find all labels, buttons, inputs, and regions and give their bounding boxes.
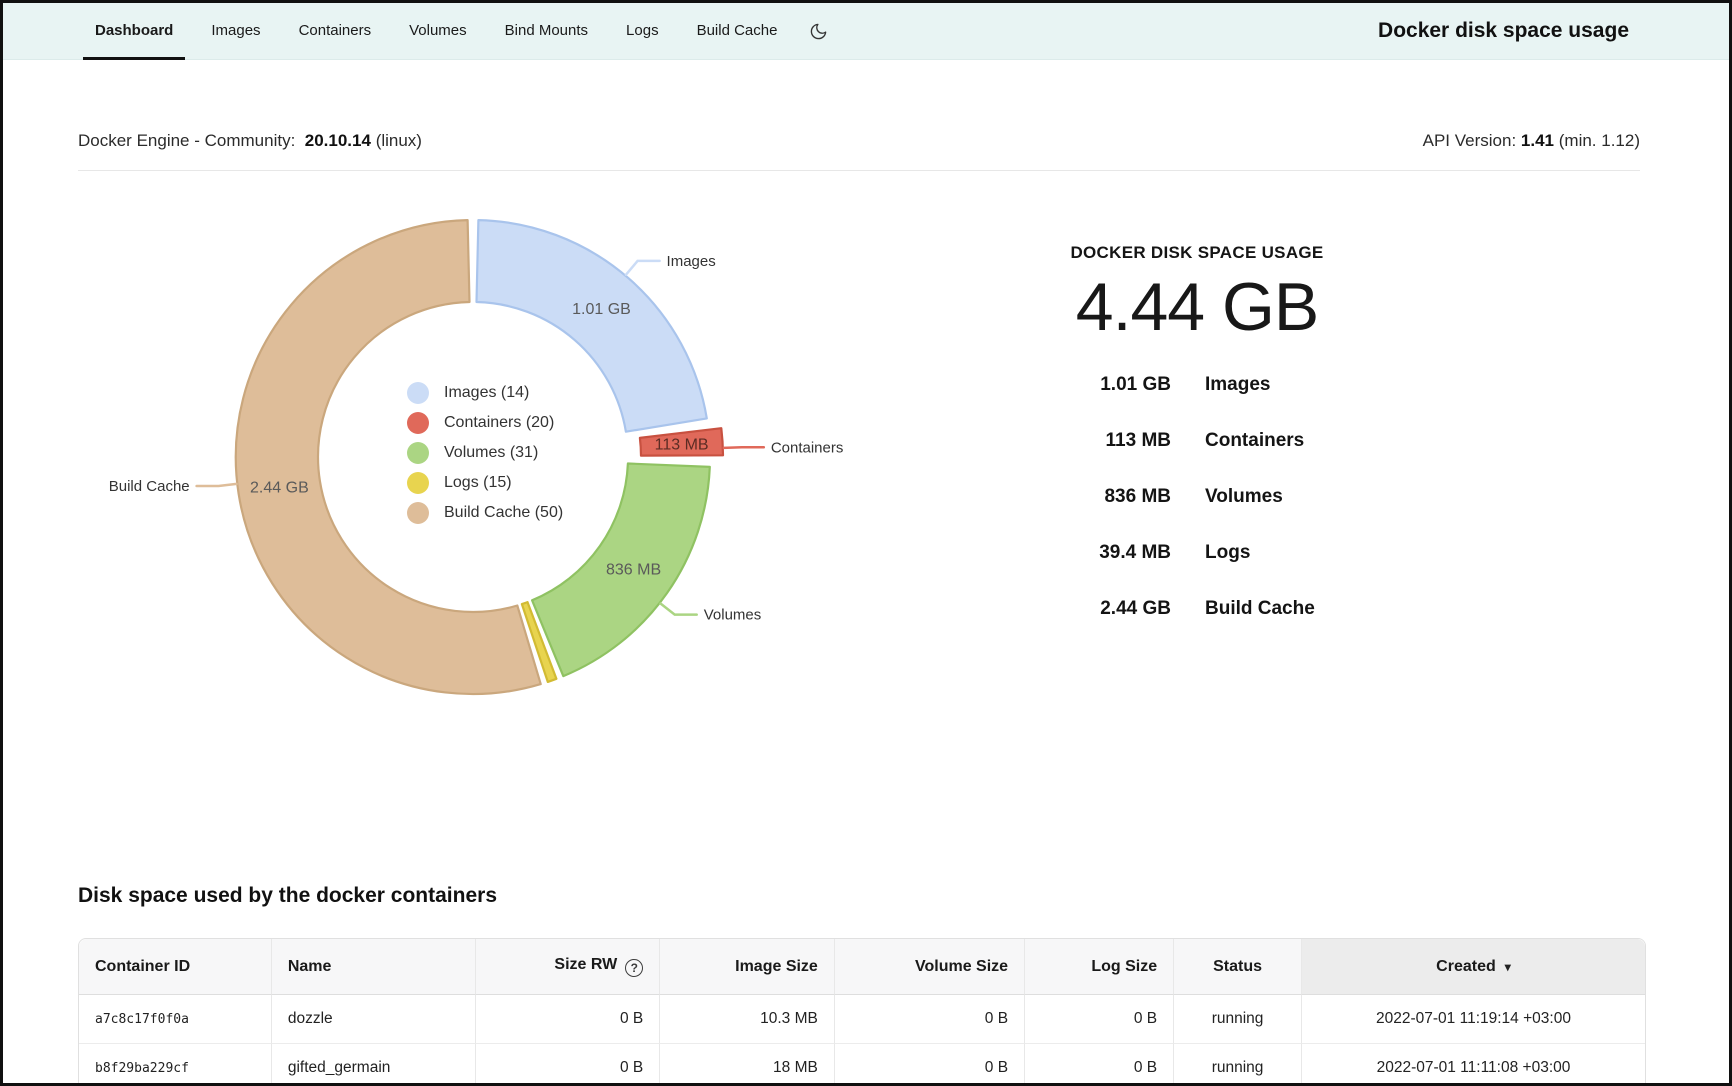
- dark-mode-toggle[interactable]: [803, 3, 834, 59]
- summary-label-containers: Containers: [1205, 413, 1393, 469]
- cell-log-size: 0 B: [1024, 1044, 1173, 1086]
- tab-images[interactable]: Images: [199, 3, 272, 60]
- leader-line-images: [626, 261, 660, 275]
- legend-label-images: Images (14): [444, 384, 529, 402]
- cell-volume-size: 0 B: [834, 1044, 1024, 1086]
- legend-item-volumes[interactable]: Volumes (31): [407, 438, 563, 468]
- summary-size-containers: 113 MB: [1001, 413, 1171, 469]
- slice-label-containers: Containers: [771, 439, 844, 456]
- summary-label-images: Images: [1205, 357, 1393, 413]
- summary-rows: 1.01 GB Images 113 MB Containers 836 MB Volum…: [1001, 357, 1393, 637]
- table-header-row: Container IDNameSize RW?Image SizeVolume…: [79, 939, 1645, 995]
- top-navigation: DashboardImages ContainersVolumesBind Mou…: [3, 3, 1729, 60]
- legend-label-volumes: Volumes (31): [444, 444, 538, 462]
- legend-label-build-cache: Build Cache (50): [444, 504, 563, 522]
- container-row-dozzle[interactable]: a7c8c17f0f0adozzle0 B10.3 MB0 B0 Brunnin…: [79, 995, 1645, 1044]
- tab-volumes[interactable]: Volumes: [397, 3, 479, 60]
- cell-created: 2022-07-01 11:11:08 +03:00: [1301, 1044, 1645, 1086]
- table-body: a7c8c17f0f0adozzle0 B10.3 MB0 B0 Brunnin…: [79, 995, 1645, 1086]
- nav-tabs: DashboardImages ContainersVolumesBind Mou…: [83, 3, 789, 59]
- slice-value-volumes: 836 MB: [606, 561, 661, 578]
- cell-name: gifted_germain: [271, 1044, 476, 1086]
- legend-swatch-build-cache: [407, 502, 429, 524]
- disk-usage-chart-section: 1.01 GB Images 113 MB Containers 836 MB Volum…: [3, 171, 1729, 861]
- summary-total: 4.44 GB: [1001, 269, 1393, 345]
- api-version-text: API Version: 1.41 (min. 1.12): [1423, 128, 1640, 154]
- cell-volume-size: 0 B: [834, 995, 1024, 1044]
- leader-line-containers: [724, 447, 764, 448]
- cell-name: dozzle: [271, 995, 476, 1044]
- cell-container-id: b8f29ba229cf: [79, 1044, 271, 1086]
- slice-label-volumes: Volumes: [704, 607, 762, 624]
- legend-swatch-volumes: [407, 442, 429, 464]
- tab-logs[interactable]: Logs: [614, 3, 671, 60]
- leader-line-volumes: [661, 604, 697, 615]
- slice-value-build-cache: 2.44 GB: [250, 480, 309, 497]
- cell-log-size: 0 B: [1024, 995, 1173, 1044]
- legend-item-images[interactable]: Images (14): [407, 378, 563, 408]
- tab-bind-mounts[interactable]: Bind Mounts: [493, 3, 600, 60]
- tab-build-cache[interactable]: Build Cache: [685, 3, 790, 60]
- legend-item-containers[interactable]: Containers (20): [407, 408, 563, 438]
- legend-label-logs: Logs (15): [444, 474, 512, 492]
- column-header-image-size[interactable]: Image Size: [659, 939, 834, 995]
- legend-item-logs[interactable]: Logs (15): [407, 468, 563, 498]
- legend-label-containers: Containers (20): [444, 414, 554, 432]
- column-header-size-rw[interactable]: Size RW?: [475, 939, 659, 995]
- legend-swatch-containers: [407, 412, 429, 434]
- cell-size-rw: 0 B: [475, 995, 659, 1044]
- summary-size-build-cache: 2.44 GB: [1001, 581, 1171, 637]
- cell-image-size: 10.3 MB: [659, 995, 834, 1044]
- slice-label-images: Images: [667, 253, 716, 270]
- summary-size-images: 1.01 GB: [1001, 357, 1171, 413]
- chart-legend: Images (14) Containers (20) Volumes (31) Lo…: [407, 378, 563, 528]
- column-header-name[interactable]: Name: [271, 939, 476, 995]
- column-header-created[interactable]: Created▾: [1301, 939, 1645, 995]
- container-row-gifted-germain[interactable]: b8f29ba229cfgifted_germain0 B18 MB0 B0 B…: [79, 1044, 1645, 1086]
- column-header-status[interactable]: Status: [1173, 939, 1301, 995]
- sort-caret-icon: ▾: [1505, 960, 1511, 974]
- cell-created: 2022-07-01 11:19:14 +03:00: [1301, 995, 1645, 1044]
- legend-item-build-cache[interactable]: Build Cache (50): [407, 498, 563, 528]
- cell-status: running: [1173, 1044, 1301, 1086]
- app-title: Docker disk space usage: [1378, 19, 1629, 43]
- engine-version-text: Docker Engine - Community: 20.10.14 (lin…: [78, 128, 422, 154]
- slice-label-build-cache: Build Cache: [109, 478, 190, 495]
- containers-table-heading: Disk space used by the docker containers: [78, 881, 1640, 911]
- summary-label-build-cache: Build Cache: [1205, 581, 1393, 637]
- tab-containers[interactable]: Containers: [287, 3, 384, 60]
- containers-table: Container IDNameSize RW?Image SizeVolume…: [78, 938, 1646, 1086]
- summary-title: DOCKER DISK SPACE USAGE: [1001, 243, 1393, 263]
- engine-info-row: Docker Engine - Community: 20.10.14 (lin…: [78, 128, 1640, 154]
- summary-size-volumes: 836 MB: [1001, 469, 1171, 525]
- tab-dashboard[interactable]: Dashboard: [83, 3, 185, 60]
- column-header-log-size[interactable]: Log Size: [1024, 939, 1173, 995]
- leader-line-build-cache: [197, 484, 237, 486]
- column-header-volume-size[interactable]: Volume Size: [834, 939, 1024, 995]
- summary-label-logs: Logs: [1205, 525, 1393, 581]
- cell-size-rw: 0 B: [475, 1044, 659, 1086]
- cell-status: running: [1173, 995, 1301, 1044]
- moon-icon: [809, 22, 828, 41]
- summary-label-volumes: Volumes: [1205, 469, 1393, 525]
- column-header-container-id[interactable]: Container ID: [79, 939, 271, 995]
- cell-image-size: 18 MB: [659, 1044, 834, 1086]
- disk-usage-summary: DOCKER DISK SPACE USAGE 4.44 GB 1.01 GB I…: [1001, 243, 1393, 637]
- docker-disk-usage-page: DashboardImagesContainersVolumesBind Mou…: [0, 0, 1732, 1086]
- summary-size-logs: 39.4 MB: [1001, 525, 1171, 581]
- legend-swatch-images: [407, 382, 429, 404]
- legend-swatch-logs: [407, 472, 429, 494]
- cell-container-id: a7c8c17f0f0a: [79, 995, 271, 1044]
- slice-value-images: 1.01 GB: [572, 301, 631, 318]
- slice-value-containers: 113 MB: [655, 436, 709, 453]
- help-icon[interactable]: ?: [625, 959, 643, 977]
